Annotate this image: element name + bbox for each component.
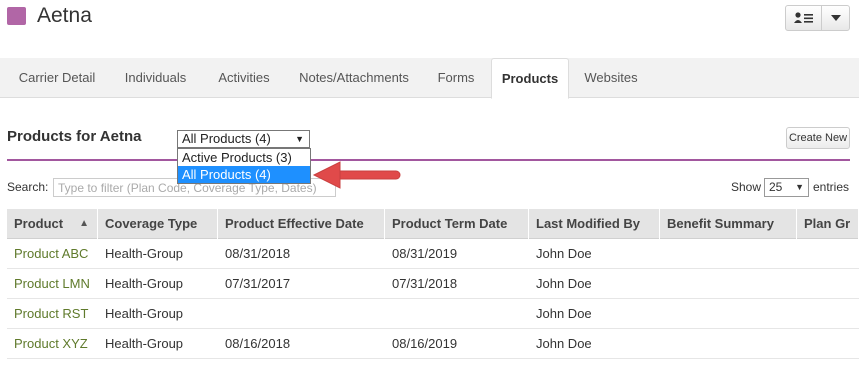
- product-link[interactable]: Product ABC: [7, 239, 98, 269]
- column-header-benefit-summary[interactable]: Benefit Summary: [660, 209, 797, 239]
- user-menu-button[interactable]: [785, 5, 850, 31]
- user-list-icon[interactable]: [786, 6, 822, 30]
- create-new-button[interactable]: Create New: [786, 127, 850, 149]
- table-cell: [660, 299, 797, 329]
- table-row: Product RST Health-Group John Doe: [7, 299, 859, 329]
- column-header-term-date[interactable]: Product Term Date: [385, 209, 529, 239]
- red-arrow-icon: [312, 161, 401, 189]
- caret-down-icon[interactable]: [822, 6, 849, 30]
- sort-asc-icon: ▲: [79, 218, 89, 229]
- page-header: Aetna: [0, 0, 859, 40]
- table-cell: 08/31/2019: [392, 246, 458, 261]
- table-cell: Health-Group: [105, 336, 184, 351]
- products-table: Product ▲ Coverage Type Product Effectiv…: [7, 209, 859, 359]
- section-title: Products for Aetna: [7, 128, 142, 145]
- table-cell: [660, 239, 797, 269]
- table-cell: 08/16/2018: [225, 336, 291, 351]
- table-cell: 07/31/2018: [392, 276, 458, 291]
- column-header-plan-group[interactable]: Plan Gr: [797, 209, 859, 239]
- search-label: Search:: [7, 180, 49, 194]
- page-size-select[interactable]: 25 ▼: [764, 178, 809, 197]
- table-cell: [660, 329, 797, 359]
- table-header: Product ▲ Coverage Type Product Effectiv…: [7, 209, 859, 239]
- tab-individuals[interactable]: Individuals: [112, 58, 199, 98]
- product-link[interactable]: Product XYZ: [7, 329, 98, 359]
- tab-bar: Carrier Detail Individuals Activities No…: [0, 58, 859, 99]
- select-arrow-icon: ▼: [795, 182, 804, 192]
- column-header-last-modified[interactable]: Last Modified By: [529, 209, 660, 239]
- tab-products[interactable]: Products: [491, 58, 569, 99]
- table-cell: John Doe: [536, 306, 592, 321]
- table-cell: [385, 299, 529, 329]
- page-title: Aetna: [37, 4, 92, 27]
- entries-label: entries: [813, 180, 850, 194]
- tab-activities[interactable]: Activities: [206, 58, 282, 98]
- product-filter-dropdown: Active Products (3) All Products (4): [177, 148, 311, 184]
- table-cell: 08/16/2019: [392, 336, 458, 351]
- product-link[interactable]: Product RST: [7, 299, 98, 329]
- product-filter-select[interactable]: All Products (4) ▼: [177, 130, 310, 148]
- section-divider: [7, 159, 850, 161]
- table-cell: [797, 239, 859, 269]
- page-size-value: 25: [769, 180, 783, 194]
- filter-option-all[interactable]: All Products (4): [178, 166, 310, 183]
- filter-option-active[interactable]: Active Products (3): [178, 149, 310, 166]
- table-cell: John Doe: [536, 336, 592, 351]
- table-cell: [660, 269, 797, 299]
- table-cell: Health-Group: [105, 306, 184, 321]
- table-cell: [797, 299, 859, 329]
- column-header-product[interactable]: Product ▲: [7, 209, 98, 239]
- column-header-coverage-type[interactable]: Coverage Type: [98, 209, 218, 239]
- select-arrow-icon: ▼: [295, 134, 304, 144]
- product-link[interactable]: Product LMN: [7, 269, 98, 299]
- table-row: Product LMN Health-Group 07/31/2017 07/3…: [7, 269, 859, 299]
- table-cell: John Doe: [536, 276, 592, 291]
- table-cell: [218, 299, 385, 329]
- tab-websites[interactable]: Websites: [574, 58, 648, 98]
- carrier-color-swatch: [7, 7, 26, 25]
- table-cell: [797, 269, 859, 299]
- column-header-effective-date[interactable]: Product Effective Date: [218, 209, 385, 239]
- tab-forms[interactable]: Forms: [426, 58, 486, 98]
- table-row: Product ABC Health-Group 08/31/2018 08/3…: [7, 239, 859, 269]
- tab-notes-attachments[interactable]: Notes/Attachments: [289, 58, 419, 98]
- table-cell: [797, 329, 859, 359]
- table-cell: Health-Group: [105, 246, 184, 261]
- product-filter-value: All Products (4): [182, 131, 271, 146]
- show-label: Show: [731, 180, 762, 194]
- table-row: Product XYZ Health-Group 08/16/2018 08/1…: [7, 329, 859, 359]
- table-cell: John Doe: [536, 246, 592, 261]
- table-cell: Health-Group: [105, 276, 184, 291]
- tab-carrier-detail[interactable]: Carrier Detail: [9, 58, 105, 98]
- table-cell: 07/31/2017: [225, 276, 291, 291]
- table-cell: 08/31/2018: [225, 246, 291, 261]
